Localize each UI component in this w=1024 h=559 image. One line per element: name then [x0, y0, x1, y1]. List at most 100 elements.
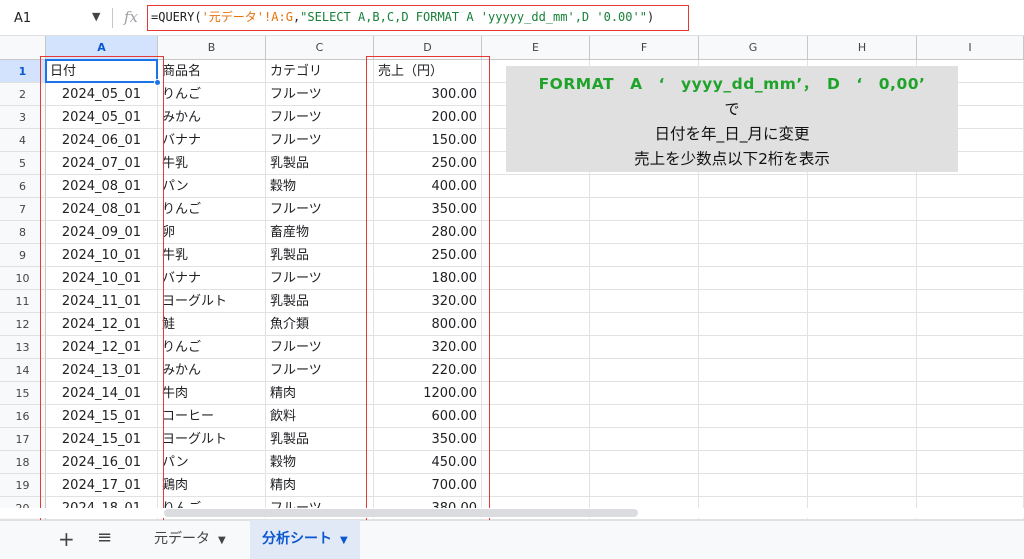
grid-cell[interactable]: 250.00 — [374, 244, 482, 267]
name-box[interactable]: A1 — [14, 11, 31, 26]
row-header[interactable]: 6 — [0, 175, 46, 198]
row-header[interactable]: 4 — [0, 129, 46, 152]
grid-cell[interactable] — [482, 221, 590, 244]
grid-cell[interactable] — [482, 267, 590, 290]
grid-cell[interactable]: フルーツ — [266, 359, 374, 382]
column-header-f[interactable]: F — [590, 36, 699, 60]
grid-cell[interactable]: 2024_05_01 — [46, 106, 158, 129]
column-header-i[interactable]: I — [917, 36, 1024, 60]
grid-cell[interactable] — [482, 313, 590, 336]
grid-cell[interactable]: 乳製品 — [266, 152, 374, 175]
grid-cell[interactable] — [699, 244, 808, 267]
grid-cell[interactable]: 2024_07_01 — [46, 152, 158, 175]
grid-cell[interactable]: ヨーグルト — [158, 290, 266, 313]
grid-cell[interactable] — [808, 244, 917, 267]
header-cell[interactable]: 売上（円） — [374, 60, 482, 83]
grid-cell[interactable]: 150.00 — [374, 129, 482, 152]
grid-cell[interactable] — [699, 428, 808, 451]
row-header[interactable]: 12 — [0, 313, 46, 336]
grid-cell[interactable]: 220.00 — [374, 359, 482, 382]
grid-cell[interactable] — [590, 336, 699, 359]
grid-cell[interactable]: 精肉 — [266, 474, 374, 497]
grid-cell[interactable]: 2024_15_01 — [46, 405, 158, 428]
grid-cell[interactable] — [917, 221, 1024, 244]
grid-cell[interactable]: 300.00 — [374, 83, 482, 106]
row-header[interactable]: 3 — [0, 106, 46, 129]
grid-cell[interactable]: 320.00 — [374, 336, 482, 359]
grid-cell[interactable]: 鶏肉 — [158, 474, 266, 497]
formula-input[interactable]: =QUERY('元データ'!A:G,"SELECT A,B,C,D FORMAT… — [147, 5, 689, 31]
grid-cell[interactable]: 280.00 — [374, 221, 482, 244]
grid-cell[interactable]: 乳製品 — [266, 290, 374, 313]
grid-cell[interactable] — [699, 474, 808, 497]
row-header[interactable]: 14 — [0, 359, 46, 382]
horizontal-scrollbar-thumb[interactable] — [164, 509, 638, 517]
grid-cell[interactable] — [699, 359, 808, 382]
row-header[interactable]: 10 — [0, 267, 46, 290]
grid-cell[interactable] — [699, 405, 808, 428]
grid-cell[interactable] — [482, 382, 590, 405]
grid-cell[interactable] — [590, 405, 699, 428]
grid-cell[interactable] — [917, 198, 1024, 221]
grid-cell[interactable]: 乳製品 — [266, 428, 374, 451]
grid-cell[interactable]: フルーツ — [266, 83, 374, 106]
row-header[interactable]: 18 — [0, 451, 46, 474]
grid-cell[interactable] — [917, 175, 1024, 198]
grid-cell[interactable] — [808, 336, 917, 359]
grid-cell[interactable]: 350.00 — [374, 428, 482, 451]
grid-cell[interactable] — [699, 290, 808, 313]
grid-cell[interactable]: コーヒー — [158, 405, 266, 428]
grid-cell[interactable] — [699, 336, 808, 359]
grid-cell[interactable] — [699, 221, 808, 244]
grid-cell[interactable] — [808, 474, 917, 497]
grid-cell[interactable]: バナナ — [158, 267, 266, 290]
grid-cell[interactable] — [699, 382, 808, 405]
grid-cell[interactable] — [482, 336, 590, 359]
row-header[interactable]: 13 — [0, 336, 46, 359]
grid-cell[interactable]: 2024_12_01 — [46, 313, 158, 336]
grid-cell[interactable]: みかん — [158, 106, 266, 129]
row-header[interactable]: 17 — [0, 428, 46, 451]
grid-cell[interactable]: 牛肉 — [158, 382, 266, 405]
grid-cell[interactable]: 2024_05_01 — [46, 83, 158, 106]
grid-cell[interactable]: バナナ — [158, 129, 266, 152]
grid-cell[interactable]: 250.00 — [374, 152, 482, 175]
sheet-tab-analysis[interactable]: 分析シート ▼ — [250, 520, 360, 559]
grid-cell[interactable] — [590, 244, 699, 267]
column-header-e[interactable]: E — [482, 36, 590, 60]
grid-cell[interactable] — [917, 290, 1024, 313]
grid-cell[interactable]: りんご — [158, 83, 266, 106]
sheet-tab-caret-icon[interactable]: ▼ — [218, 535, 226, 546]
grid-cell[interactable]: 2024_16_01 — [46, 451, 158, 474]
grid-cell[interactable] — [917, 451, 1024, 474]
all-sheets-menu-icon[interactable]: ≡ — [97, 527, 112, 548]
row-header[interactable]: 15 — [0, 382, 46, 405]
row-header[interactable]: 8 — [0, 221, 46, 244]
grid-cell[interactable]: 1200.00 — [374, 382, 482, 405]
grid-cell[interactable]: 卵 — [158, 221, 266, 244]
grid-cell[interactable]: 2024_10_01 — [46, 267, 158, 290]
select-all-corner[interactable] — [0, 36, 46, 60]
grid-cell[interactable] — [917, 313, 1024, 336]
grid-cell[interactable] — [808, 451, 917, 474]
grid-cell[interactable]: 畜産物 — [266, 221, 374, 244]
grid-cell[interactable]: フルーツ — [266, 129, 374, 152]
grid-cell[interactable] — [482, 474, 590, 497]
grid-cell[interactable] — [482, 451, 590, 474]
grid-cell[interactable] — [699, 198, 808, 221]
fill-handle[interactable] — [154, 79, 161, 86]
grid-cell[interactable]: 飲料 — [266, 405, 374, 428]
grid-cell[interactable] — [482, 175, 590, 198]
grid-cell[interactable]: 400.00 — [374, 175, 482, 198]
grid-cell[interactable] — [808, 290, 917, 313]
grid-cell[interactable]: 2024_17_01 — [46, 474, 158, 497]
row-header[interactable]: 1 — [0, 60, 46, 83]
grid-cell[interactable] — [590, 313, 699, 336]
grid-cell[interactable]: フルーツ — [266, 267, 374, 290]
grid-cell[interactable]: 800.00 — [374, 313, 482, 336]
grid-cell[interactable]: 乳製品 — [266, 244, 374, 267]
grid-cell[interactable] — [699, 451, 808, 474]
grid-cell[interactable] — [808, 405, 917, 428]
column-header-h[interactable]: H — [808, 36, 917, 60]
grid-cell[interactable] — [808, 221, 917, 244]
